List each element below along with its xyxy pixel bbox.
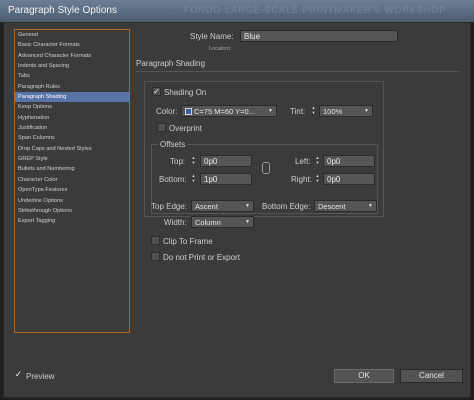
offsets-legend: Offsets (158, 140, 188, 149)
section-divider (136, 71, 460, 72)
chevron-down-icon: ▼ (268, 108, 273, 114)
background-ghost-text: ... FONDO LARGE-SCALE PRINTMAKER'S WORKS… (170, 5, 447, 15)
offset-left-input[interactable]: 0p0 (323, 155, 375, 167)
offset-left-spinner-icon[interactable]: ▲ ▼ (314, 155, 321, 166)
tint-select[interactable]: 100% ▼ (319, 105, 373, 117)
category-item[interactable]: Advanced Character Formats (15, 51, 129, 61)
category-item[interactable]: Hyphenation (15, 113, 129, 123)
offset-top-label: Top: (170, 157, 186, 166)
clip-to-frame-checkbox[interactable] (151, 236, 160, 245)
category-item[interactable]: GREP Style (15, 154, 129, 164)
color-swatch-icon (185, 108, 192, 115)
top-edge-value: Ascent (195, 202, 218, 211)
category-item[interactable]: Indents and Spacing (15, 61, 129, 71)
overprint-checkbox[interactable] (157, 123, 166, 132)
color-select[interactable]: C=75 M=60 Y=0... ▼ (181, 105, 277, 117)
category-item[interactable]: Underline Options (15, 196, 129, 206)
title-bar: Paragraph Style Options ... FONDO LARGE-… (0, 0, 474, 22)
width-value: Column (195, 218, 221, 227)
category-item[interactable]: Span Columns (15, 133, 129, 143)
offset-bottom-label: Bottom: (159, 175, 187, 184)
top-edge-label: Top Edge: (151, 202, 188, 211)
color-select-value: C=75 M=60 Y=0... (194, 107, 255, 116)
category-item[interactable]: OpenType Features (15, 185, 129, 195)
preview-checkbox[interactable]: ✓ (14, 369, 23, 380)
category-item[interactable]: Bullets and Numbering (15, 164, 129, 174)
width-select[interactable]: Column ▼ (191, 216, 254, 228)
category-item[interactable]: Tabs (15, 71, 129, 81)
tint-label: Tint: (290, 107, 306, 116)
chevron-down-icon: ▼ (245, 219, 250, 225)
category-item[interactable]: Justification (15, 123, 129, 133)
chevron-down-icon: ▼ (368, 203, 373, 209)
offset-right-input[interactable]: 0p0 (323, 173, 375, 185)
category-item[interactable]: Character Color (15, 175, 129, 185)
category-item[interactable]: Drop Caps and Nested Styles (15, 144, 129, 154)
section-title: Paragraph Shading (136, 59, 205, 68)
color-label: Color: (156, 107, 178, 116)
ok-button[interactable]: OK (334, 369, 394, 383)
offset-top-input[interactable]: 0p0 (200, 155, 252, 167)
preview-label: Preview (26, 372, 55, 381)
shading-on-checkbox[interactable]: ✓ (152, 87, 161, 96)
shading-on-label: Shading On (164, 88, 207, 97)
location-label: Location: (209, 46, 232, 52)
chevron-down-icon: ▼ (364, 108, 369, 114)
bottom-edge-select[interactable]: Descent ▼ (314, 200, 377, 212)
cancel-button[interactable]: Cancel (400, 369, 463, 383)
category-item[interactable]: Basic Character Formats (15, 40, 129, 50)
category-item[interactable]: Keep Options (15, 102, 129, 112)
bottom-edge-label: Bottom Edge: (262, 202, 311, 211)
overprint-label: Overprint (169, 124, 202, 133)
offset-top-spinner-icon[interactable]: ▲ ▼ (190, 155, 197, 166)
no-print-checkbox[interactable] (151, 252, 160, 261)
category-item[interactable]: Export Tagging (15, 216, 129, 226)
category-item[interactable]: Strikethrough Options (15, 206, 129, 216)
category-item[interactable]: Paragraph Rules (15, 82, 129, 92)
offset-right-spinner-icon[interactable]: ▲ ▼ (314, 173, 321, 184)
dialog-body: General Basic Character Formats Advanced C… (3, 22, 471, 398)
clip-to-frame-label: Clip To Frame (163, 237, 213, 246)
style-name-input[interactable]: Blue (240, 30, 398, 42)
offset-right-label: Right: (291, 175, 312, 184)
category-item[interactable]: Paragraph Shading (15, 92, 129, 103)
no-print-label: Do not Print or Export (163, 253, 240, 262)
style-name-label: Style Name: (190, 32, 234, 41)
bottom-edge-value: Descent (318, 202, 346, 211)
offset-bottom-input[interactable]: 1p0 (200, 173, 252, 185)
chain-link-icon[interactable] (262, 162, 270, 174)
tint-value: 100% (323, 107, 343, 116)
offset-left-label: Left: (295, 157, 311, 166)
width-label: Width: (164, 218, 187, 227)
offset-bottom-spinner-icon[interactable]: ▲ ▼ (190, 173, 197, 184)
chevron-down-icon: ▼ (245, 203, 250, 209)
category-item[interactable]: General (15, 30, 129, 40)
tint-spinner-icon[interactable]: ▲ ▼ (310, 105, 317, 116)
checkmark-icon: ✓ (153, 87, 160, 96)
window-title: Paragraph Style Options (8, 5, 117, 16)
top-edge-select[interactable]: Ascent ▼ (191, 200, 254, 212)
checkmark-icon: ✓ (14, 369, 23, 379)
category-list[interactable]: General Basic Character Formats Advanced C… (14, 29, 130, 333)
